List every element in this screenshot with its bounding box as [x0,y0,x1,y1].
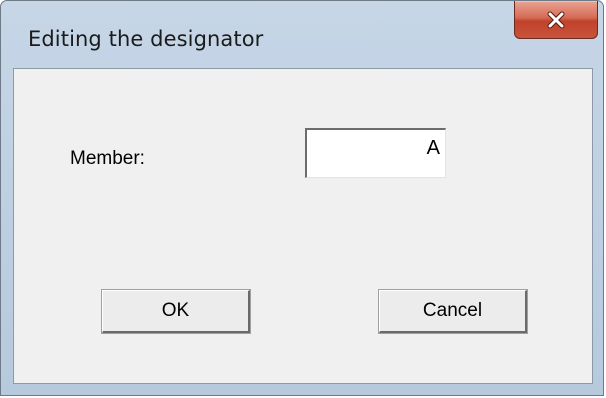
cancel-button[interactable]: Cancel [378,289,528,334]
dialog-client-area: Member: A OK Cancel [13,68,593,384]
window-title: Editing the designator [28,27,264,51]
close-icon [545,11,567,29]
close-button[interactable] [514,1,598,39]
dialog-window: Editing the designator Member: A OK Canc… [0,0,604,396]
ok-button[interactable]: OK [101,289,251,334]
member-value: A [426,137,440,159]
member-field[interactable]: A [305,128,446,178]
member-label: Member: [70,148,145,169]
title-bar[interactable]: Editing the designator [1,1,603,67]
